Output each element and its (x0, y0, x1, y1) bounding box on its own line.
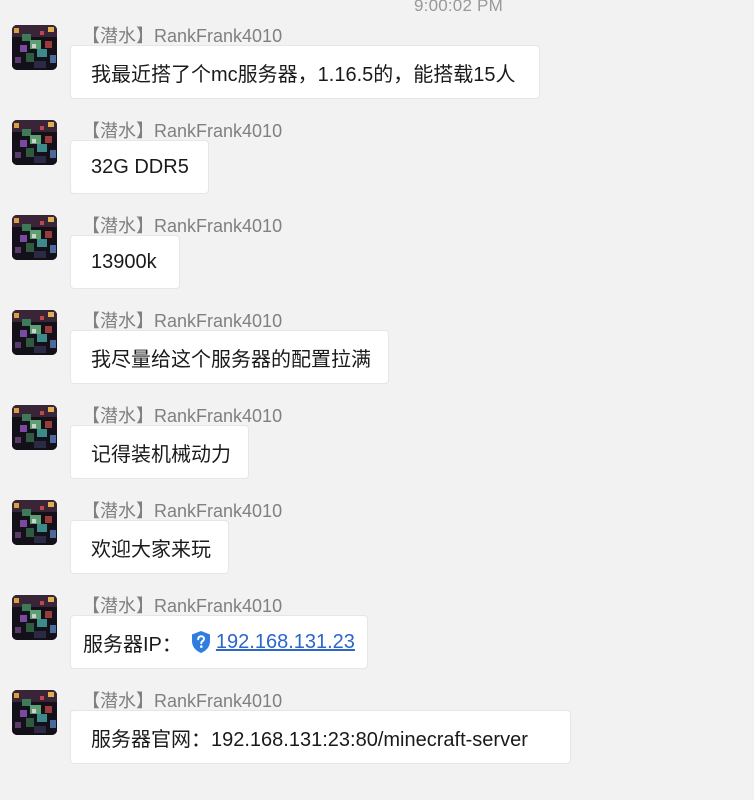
message-bubble[interactable]: 服务器官网：192.168.131:23:80/minecraft-server (70, 710, 571, 764)
chat-message: 【潜水】RankFrank4010 32G DDR5 (0, 120, 754, 215)
message-text: 32G DDR5 (91, 155, 189, 178)
avatar[interactable] (12, 310, 57, 355)
message-text: 欢迎大家来玩 (91, 538, 211, 561)
chat-message: 【潜水】RankFrank4010 服务器IP： 192.168.131.23 (0, 595, 754, 690)
chat-message: 【潜水】RankFrank4010 欢迎大家来玩 (0, 500, 754, 595)
chat-message: 【潜水】RankFrank4010 我尽量给这个服务器的配置拉满 (0, 310, 754, 405)
message-text: 服务器官网：192.168.131:23:80/minecraft-server (91, 728, 528, 751)
message-bubble[interactable]: 服务器IP： 192.168.131.23 (70, 615, 368, 669)
chat-message: 【潜水】RankFrank4010 记得装机械动力 (0, 405, 754, 500)
avatar[interactable] (12, 120, 57, 165)
sender-name[interactable]: 【潜水】RankFrank4010 (82, 595, 282, 617)
avatar-image (12, 215, 57, 260)
avatar-image (12, 310, 57, 355)
avatar-image (12, 120, 57, 165)
message-timestamp: 9:00:02 PM (414, 0, 503, 15)
avatar-image (12, 690, 57, 735)
avatar-image (12, 595, 57, 640)
server-ip-link[interactable]: 192.168.131.23 (216, 631, 355, 654)
chat-message: 【潜水】RankFrank4010 服务器官网：192.168.131:23:8… (0, 690, 754, 785)
message-text: 我尽量给这个服务器的配置拉满 (91, 348, 371, 371)
sender-name[interactable]: 【潜水】RankFrank4010 (82, 215, 282, 237)
chat-window: 9:00:02 PM 【潜水】RankFrank4010 我最近搭了个mc服务器… (0, 0, 754, 800)
avatar[interactable] (12, 25, 57, 70)
avatar[interactable] (12, 690, 57, 735)
message-bubble[interactable]: 13900k (70, 235, 180, 289)
avatar[interactable] (12, 215, 57, 260)
message-bubble[interactable]: 32G DDR5 (70, 140, 209, 194)
message-bubble[interactable]: 欢迎大家来玩 (70, 520, 229, 574)
message-bubble[interactable]: 记得装机械动力 (70, 425, 249, 479)
message-text: 记得装机械动力 (91, 443, 231, 466)
message-bubble[interactable]: 我最近搭了个mc服务器，1.16.5的，能搭载15人 (70, 45, 540, 99)
message-text: 我最近搭了个mc服务器，1.16.5的，能搭载15人 (91, 63, 516, 86)
avatar-image (12, 25, 57, 70)
message-bubble[interactable]: 我尽量给这个服务器的配置拉满 (70, 330, 389, 384)
shield-question-icon (190, 630, 212, 654)
sender-name[interactable]: 【潜水】RankFrank4010 (82, 690, 282, 712)
avatar-image (12, 500, 57, 545)
message-text: 服务器IP： (83, 633, 182, 656)
chat-message: 【潜水】RankFrank4010 13900k (0, 215, 754, 310)
sender-name[interactable]: 【潜水】RankFrank4010 (82, 310, 282, 332)
sender-name[interactable]: 【潜水】RankFrank4010 (82, 500, 282, 522)
message-text: 13900k (91, 250, 157, 273)
sender-name[interactable]: 【潜水】RankFrank4010 (82, 120, 282, 142)
sender-name[interactable]: 【潜水】RankFrank4010 (82, 405, 282, 427)
avatar[interactable] (12, 595, 57, 640)
avatar[interactable] (12, 405, 57, 450)
avatar[interactable] (12, 500, 57, 545)
sender-name[interactable]: 【潜水】RankFrank4010 (82, 25, 282, 47)
avatar-image (12, 405, 57, 450)
chat-message: 【潜水】RankFrank4010 我最近搭了个mc服务器，1.16.5的，能搭… (0, 25, 754, 120)
